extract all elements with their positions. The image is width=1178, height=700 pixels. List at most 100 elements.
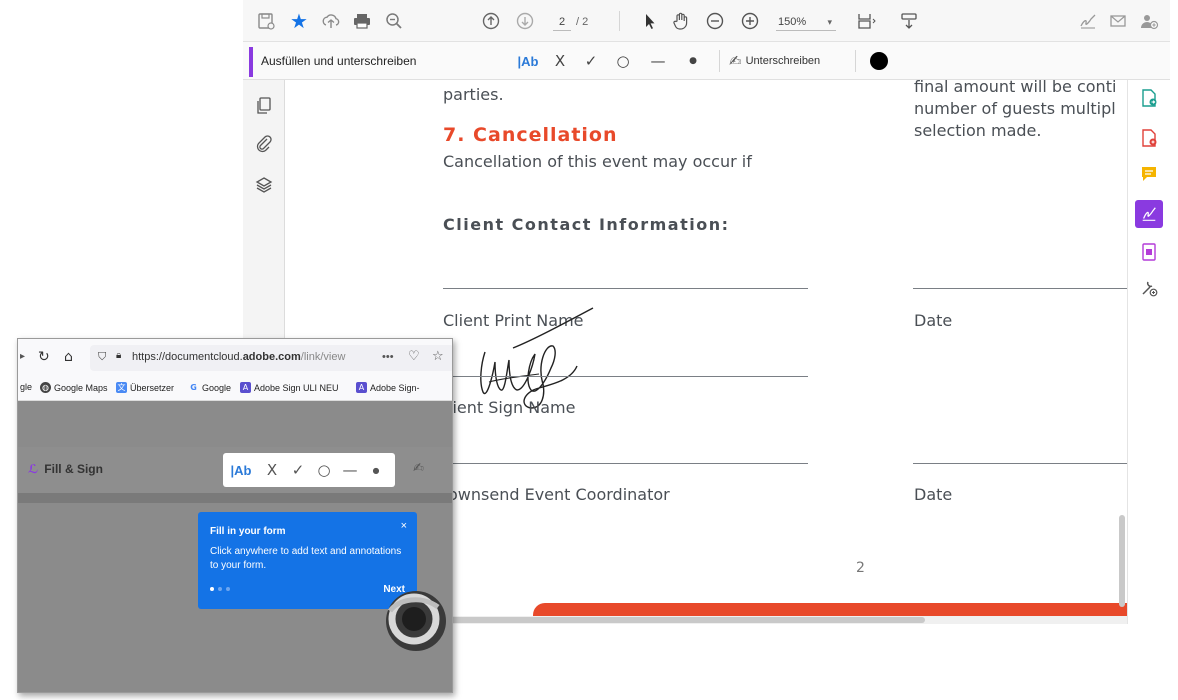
fill-sign-header: ℒ Fill & Sign |Ab X ✓ ○ — ● ✍ xyxy=(18,447,452,493)
chevron-down-icon: ▾ xyxy=(827,17,832,27)
page-number: 2 xyxy=(856,560,865,576)
vertical-scrollbar[interactable] xyxy=(1119,515,1125,607)
save-icon[interactable] xyxy=(255,10,277,32)
page-actions-menu[interactable]: ••• xyxy=(382,351,394,363)
pocket-icon[interactable]: ♡ xyxy=(408,349,420,364)
fill-sign-toolbar: |Ab X ✓ ○ — ● xyxy=(223,453,395,487)
close-icon[interactable]: × xyxy=(401,520,407,532)
zoom-in-icon[interactable] xyxy=(739,10,761,32)
fill-sign-toolbar: Ausfüllen und unterschreiben |Ab X ✓ ○ —… xyxy=(243,42,1170,80)
browser-url-bar: ▸ ↻ ⌂ ⛉ 🔒︎ https://documentcloud.adobe.c… xyxy=(18,339,452,377)
google-icon: G xyxy=(190,383,197,392)
toolbar-divider xyxy=(855,50,856,72)
section-heading: 7. Cancellation xyxy=(443,124,618,146)
step-indicator xyxy=(226,587,230,591)
export-pdf-icon[interactable] xyxy=(1138,88,1160,110)
hand-tool-icon[interactable] xyxy=(670,10,692,32)
lock-icon: 🔒︎ xyxy=(116,350,122,361)
checkmark-tool[interactable]: ✓ xyxy=(285,461,311,479)
create-pdf-icon[interactable] xyxy=(1138,128,1160,150)
bookmark-item[interactable]: A Adobe Sign- xyxy=(356,382,420,393)
line-tool[interactable]: — xyxy=(337,461,363,479)
reload-icon[interactable]: ↻ xyxy=(38,349,50,365)
shield-icon: ⛉ xyxy=(98,350,107,363)
add-text-tool[interactable]: |Ab xyxy=(223,463,259,478)
zoom-out-icon[interactable] xyxy=(704,10,726,32)
bookmark-item[interactable]: ◍ Google Maps xyxy=(40,382,108,393)
back-arrow-icon[interactable]: ▸ xyxy=(20,351,25,362)
bookmark-item[interactable]: G Google xyxy=(188,382,231,393)
bookmark-item[interactable]: 文 Übersetzer xyxy=(116,382,174,393)
bookmarks-bar: gle ◍ Google Maps 文 Übersetzer G Google A Ad… xyxy=(18,377,452,401)
home-icon[interactable]: ⌂ xyxy=(64,349,73,365)
zoom-level-value: 150% xyxy=(778,16,807,28)
globe-icon: ◍ xyxy=(40,382,51,393)
star-bookmark-icon[interactable]: ★ xyxy=(288,9,310,33)
fill-sign-title: ℒ Fill & Sign xyxy=(28,462,103,476)
scroll-mode-icon[interactable] xyxy=(898,10,920,32)
print-icon[interactable] xyxy=(351,10,373,32)
circle-tool[interactable]: ○ xyxy=(611,50,635,72)
layers-icon[interactable] xyxy=(253,175,275,197)
body-text: parties. xyxy=(443,85,504,104)
page-number-input[interactable]: 2 xyxy=(553,13,571,31)
line-tool[interactable]: — xyxy=(646,50,670,72)
signature-line xyxy=(913,463,1127,464)
fill-sign-icon[interactable] xyxy=(1135,200,1163,228)
body-text: selection made. xyxy=(914,121,1042,140)
attachments-icon[interactable] xyxy=(253,134,275,156)
toolbar-divider xyxy=(719,50,720,72)
signature-line xyxy=(443,288,808,289)
zoom-level-select[interactable]: 150% ▾ xyxy=(776,13,836,31)
comment-icon[interactable] xyxy=(1138,164,1160,186)
add-text-tool[interactable]: |Ab xyxy=(511,50,545,72)
next-page-icon[interactable] xyxy=(514,10,536,32)
page-total-label: / 2 xyxy=(576,16,589,28)
tool-accent-bar xyxy=(249,47,253,77)
body-text: final amount will be conti xyxy=(914,80,1117,96)
field-label: Date xyxy=(914,311,953,330)
url-text: https://documentcloud.adobe.com/link/vie… xyxy=(132,351,346,363)
right-tools-rail xyxy=(1127,80,1170,624)
address-field[interactable]: ⛉ 🔒︎ https://documentcloud.adobe.com/lin… xyxy=(90,345,452,371)
add-user-icon[interactable] xyxy=(1138,10,1160,32)
decorative-3d-illustration xyxy=(386,591,446,651)
bookmark-item[interactable]: gle xyxy=(20,382,32,392)
zoom-out-search-icon[interactable] xyxy=(383,10,405,32)
sign-button[interactable]: ✍ Unterschreiben xyxy=(729,50,820,72)
select-cursor-icon[interactable] xyxy=(639,10,661,32)
cross-mark-tool[interactable]: X xyxy=(548,50,572,72)
email-icon[interactable] xyxy=(1107,10,1129,32)
page-fit-icon[interactable] xyxy=(855,10,877,32)
circle-tool[interactable]: ○ xyxy=(311,461,337,479)
sign-button-label: Unterschreiben xyxy=(745,55,821,67)
more-tools-icon[interactable] xyxy=(1138,278,1160,300)
adobe-sign-icon: A xyxy=(356,382,367,393)
step-indicator-active xyxy=(210,587,214,591)
bookmark-star-icon[interactable]: ☆ xyxy=(432,349,444,364)
checkmark-tool[interactable]: ✓ xyxy=(579,50,603,72)
page-thumbnails-icon[interactable] xyxy=(253,96,275,118)
divider-strip xyxy=(18,493,452,503)
cloud-upload-icon[interactable] xyxy=(320,10,342,32)
dot-tool[interactable]: ● xyxy=(681,50,705,72)
field-label: Date xyxy=(914,485,953,504)
signature-line xyxy=(443,463,808,464)
dot-tool[interactable]: ● xyxy=(363,466,389,475)
sign-pen-icon[interactable]: ✍ xyxy=(413,461,424,476)
top-toolbar: ★ 2 / 2 150% ▾ xyxy=(243,0,1170,42)
organize-pages-icon[interactable] xyxy=(1138,242,1160,264)
body-text: Cancellation of this event may occur if xyxy=(443,152,752,171)
bookmark-item[interactable]: A Adobe Sign ULI NEU xyxy=(240,382,339,393)
sign-request-icon[interactable] xyxy=(1077,10,1099,32)
previous-page-icon[interactable] xyxy=(480,10,502,32)
step-indicator xyxy=(218,587,222,591)
signature-line xyxy=(443,376,808,377)
translate-icon: 文 xyxy=(116,382,127,393)
cross-mark-tool[interactable]: X xyxy=(259,461,285,479)
color-picker-button[interactable] xyxy=(870,52,888,70)
fill-sign-icon: ℒ xyxy=(28,462,39,476)
horizontal-scroll-thumb[interactable] xyxy=(435,617,925,623)
tooltip-title: Fill in your form xyxy=(210,526,286,537)
pen-sign-icon: ✍ xyxy=(729,52,742,70)
